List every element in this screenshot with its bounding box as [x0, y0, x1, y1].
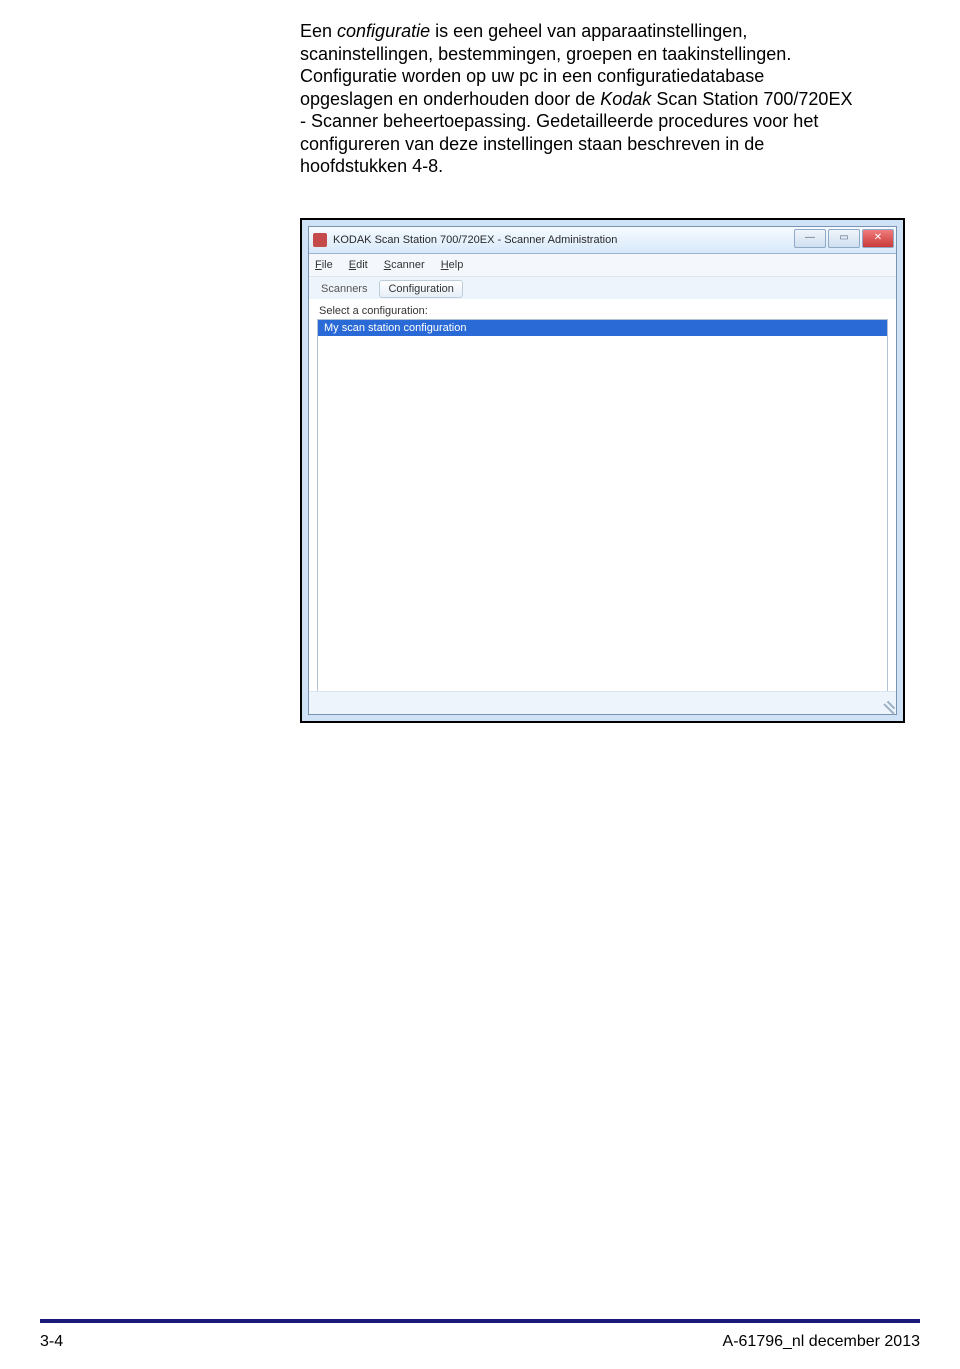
close-button[interactable]: ✕: [862, 229, 894, 248]
window-controls: — ▭ ✕: [794, 229, 894, 248]
statusbar: [309, 691, 896, 714]
minimize-button[interactable]: —: [794, 229, 826, 248]
text-run: Een: [300, 21, 337, 41]
select-config-label: Select a configuration:: [309, 299, 896, 319]
app-window: KODAK Scan Station 700/720EX - Scanner A…: [308, 226, 897, 715]
app-icon: [313, 233, 327, 247]
footer-rule: [40, 1319, 920, 1323]
tab-scanners[interactable]: Scanners: [315, 281, 373, 297]
body-paragraph: Een configuratie is een geheel van appar…: [300, 20, 860, 178]
footer-page-number: 3-4: [40, 1333, 63, 1351]
maximize-button[interactable]: ▭: [828, 229, 860, 248]
menu-edit[interactable]: Edit: [349, 259, 368, 271]
screenshot-frame: KODAK Scan Station 700/720EX - Scanner A…: [300, 218, 905, 723]
footer-doc-id: A-61796_nl december 2013: [723, 1333, 920, 1351]
menubar: File Edit Scanner Help: [309, 254, 896, 277]
menu-file[interactable]: File: [315, 259, 333, 271]
menu-scanner[interactable]: Scanner: [384, 259, 425, 271]
page: Een configuratie is een geheel van appar…: [0, 0, 960, 1369]
text-italic-kodak: Kodak: [600, 89, 651, 109]
list-item[interactable]: My scan station configuration: [318, 320, 887, 336]
menu-help[interactable]: Help: [441, 259, 464, 271]
config-listbox[interactable]: My scan station configuration: [317, 319, 888, 701]
window-title: KODAK Scan Station 700/720EX - Scanner A…: [333, 234, 617, 246]
titlebar: KODAK Scan Station 700/720EX - Scanner A…: [309, 227, 896, 254]
content-area: Select a configuration: My scan station …: [309, 299, 896, 692]
resize-grip-icon[interactable]: [880, 698, 894, 712]
tab-configuration[interactable]: Configuration: [379, 280, 462, 298]
text-italic-configuratie: configuratie: [337, 21, 430, 41]
